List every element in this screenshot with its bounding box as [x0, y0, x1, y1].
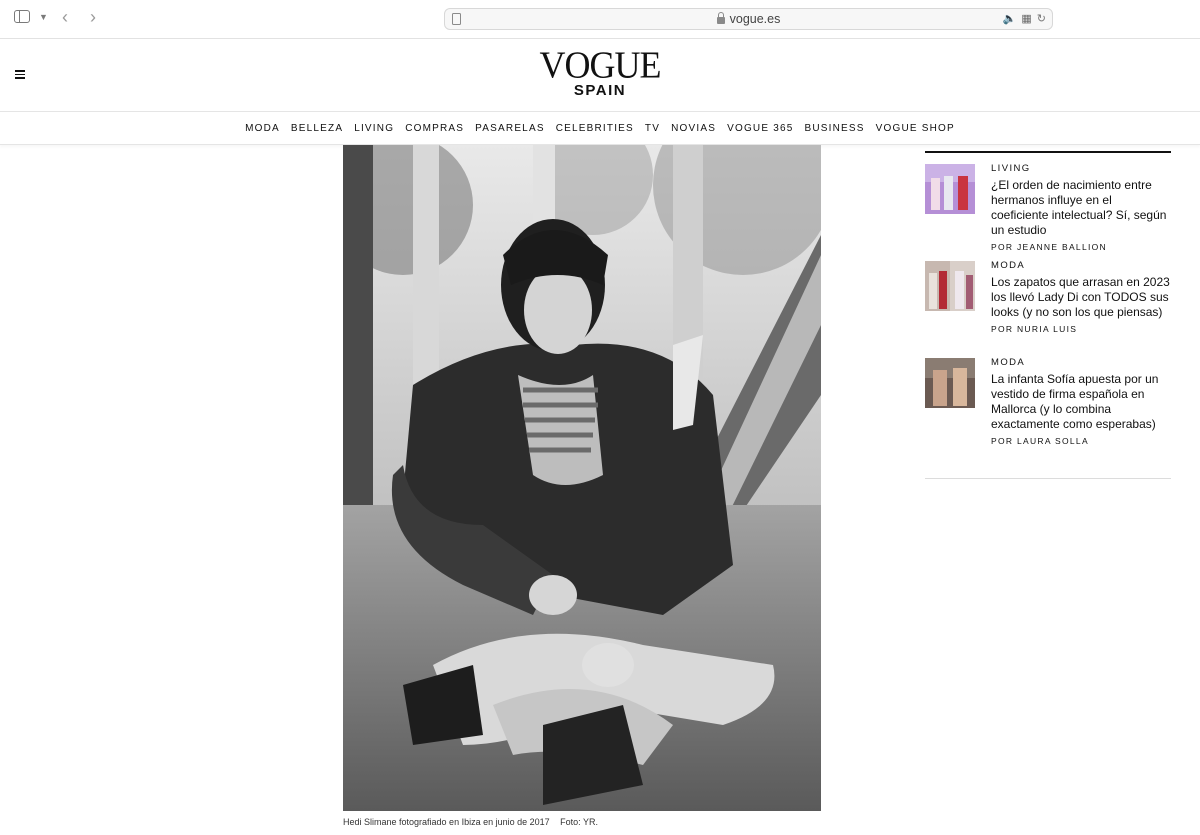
- story-category[interactable]: MODA: [991, 357, 1171, 368]
- nav-tv[interactable]: TV: [645, 123, 660, 134]
- story-thumbnail-art: [925, 164, 975, 214]
- site-header: VOGUE SPAIN: [0, 39, 1200, 112]
- nav-celebrities[interactable]: CELEBRITIES: [556, 123, 634, 134]
- sidebar-divider: [925, 478, 1171, 479]
- speaker-icon[interactable]: 🔈: [1003, 12, 1017, 25]
- nav-novias[interactable]: NOVIAS: [671, 123, 716, 134]
- story-thumbnail[interactable]: [925, 164, 975, 214]
- caption-text: Hedi Slimane fotografiado en Ibiza en ju…: [343, 817, 550, 827]
- reload-icon[interactable]: ↻: [1037, 12, 1046, 25]
- lock-icon: [716, 11, 725, 24]
- nav-business[interactable]: BUSINESS: [805, 123, 865, 134]
- story-thumbnail-art: [925, 358, 975, 408]
- hero-photo: [343, 145, 821, 811]
- url-text: vogue.es: [729, 12, 781, 26]
- address-bar[interactable]: vogue.es 🔈 ▦ ↻: [444, 8, 1053, 30]
- story-title[interactable]: La infanta Sofía apuesta por un vestido …: [991, 372, 1171, 432]
- sidebar-toggle-button[interactable]: ▼: [14, 10, 48, 23]
- nav-living[interactable]: LIVING: [354, 123, 394, 134]
- chevron-down-icon: ▼: [39, 11, 48, 22]
- story-thumbnail-art: [925, 261, 975, 311]
- related-stories: LIVING ¿El orden de nacimiento entre her…: [925, 151, 1171, 467]
- back-button[interactable]: ‹: [62, 7, 68, 28]
- story-byline: POR JEANNE BALLION: [991, 242, 1107, 252]
- story-title[interactable]: ¿El orden de nacimiento entre hermanos i…: [991, 178, 1171, 238]
- story-category[interactable]: LIVING: [991, 163, 1171, 174]
- vogue-logo[interactable]: VOGUE SPAIN: [0, 44, 1200, 99]
- nav-compras[interactable]: COMPRAS: [405, 123, 464, 134]
- logo-wordmark: VOGUE: [539, 44, 662, 86]
- nav-vogue-shop[interactable]: VOGUE SHOP: [876, 123, 955, 134]
- hero-caption: Hedi Slimane fotografiado en Ibiza en ju…: [343, 817, 598, 827]
- story-title[interactable]: Los zapatos que arrasan en 2023 los llev…: [991, 275, 1171, 320]
- nav-vogue-365[interactable]: VOGUE 365: [727, 123, 793, 134]
- story-thumbnail[interactable]: [925, 358, 975, 408]
- nav-belleza[interactable]: BELLEZA: [291, 123, 343, 134]
- nav-pasarelas[interactable]: PASARELAS: [475, 123, 545, 134]
- forward-button[interactable]: ›: [90, 7, 96, 28]
- sidebar-icon: [14, 10, 30, 23]
- browser-toolbar: ▼ ‹ › vogue.es 🔈 ▦ ↻: [0, 0, 1200, 39]
- translate-icon[interactable]: ▦: [1021, 12, 1031, 25]
- article-main: Hedi Slimane fotografiado en Ibiza en ju…: [0, 145, 1200, 835]
- list-item[interactable]: MODA La infanta Sofía apuesta por un ves…: [925, 347, 1171, 467]
- nav-moda[interactable]: MODA: [245, 123, 280, 134]
- photo-credit: Foto: YR.: [560, 817, 599, 827]
- hero-photo-art: [343, 145, 821, 811]
- story-byline: POR NURIA LUIS: [991, 324, 1078, 334]
- list-item[interactable]: LIVING ¿El orden de nacimiento entre her…: [925, 153, 1171, 252]
- story-byline: POR LAURA SOLLA: [991, 436, 1089, 446]
- main-nav: MODA BELLEZA LIVING COMPRAS PASARELAS CE…: [0, 112, 1200, 145]
- list-item[interactable]: MODA Los zapatos que arrasan en 2023 los…: [925, 250, 1171, 347]
- story-category[interactable]: MODA: [991, 260, 1171, 271]
- story-thumbnail[interactable]: [925, 261, 975, 311]
- page-icon[interactable]: [452, 13, 461, 25]
